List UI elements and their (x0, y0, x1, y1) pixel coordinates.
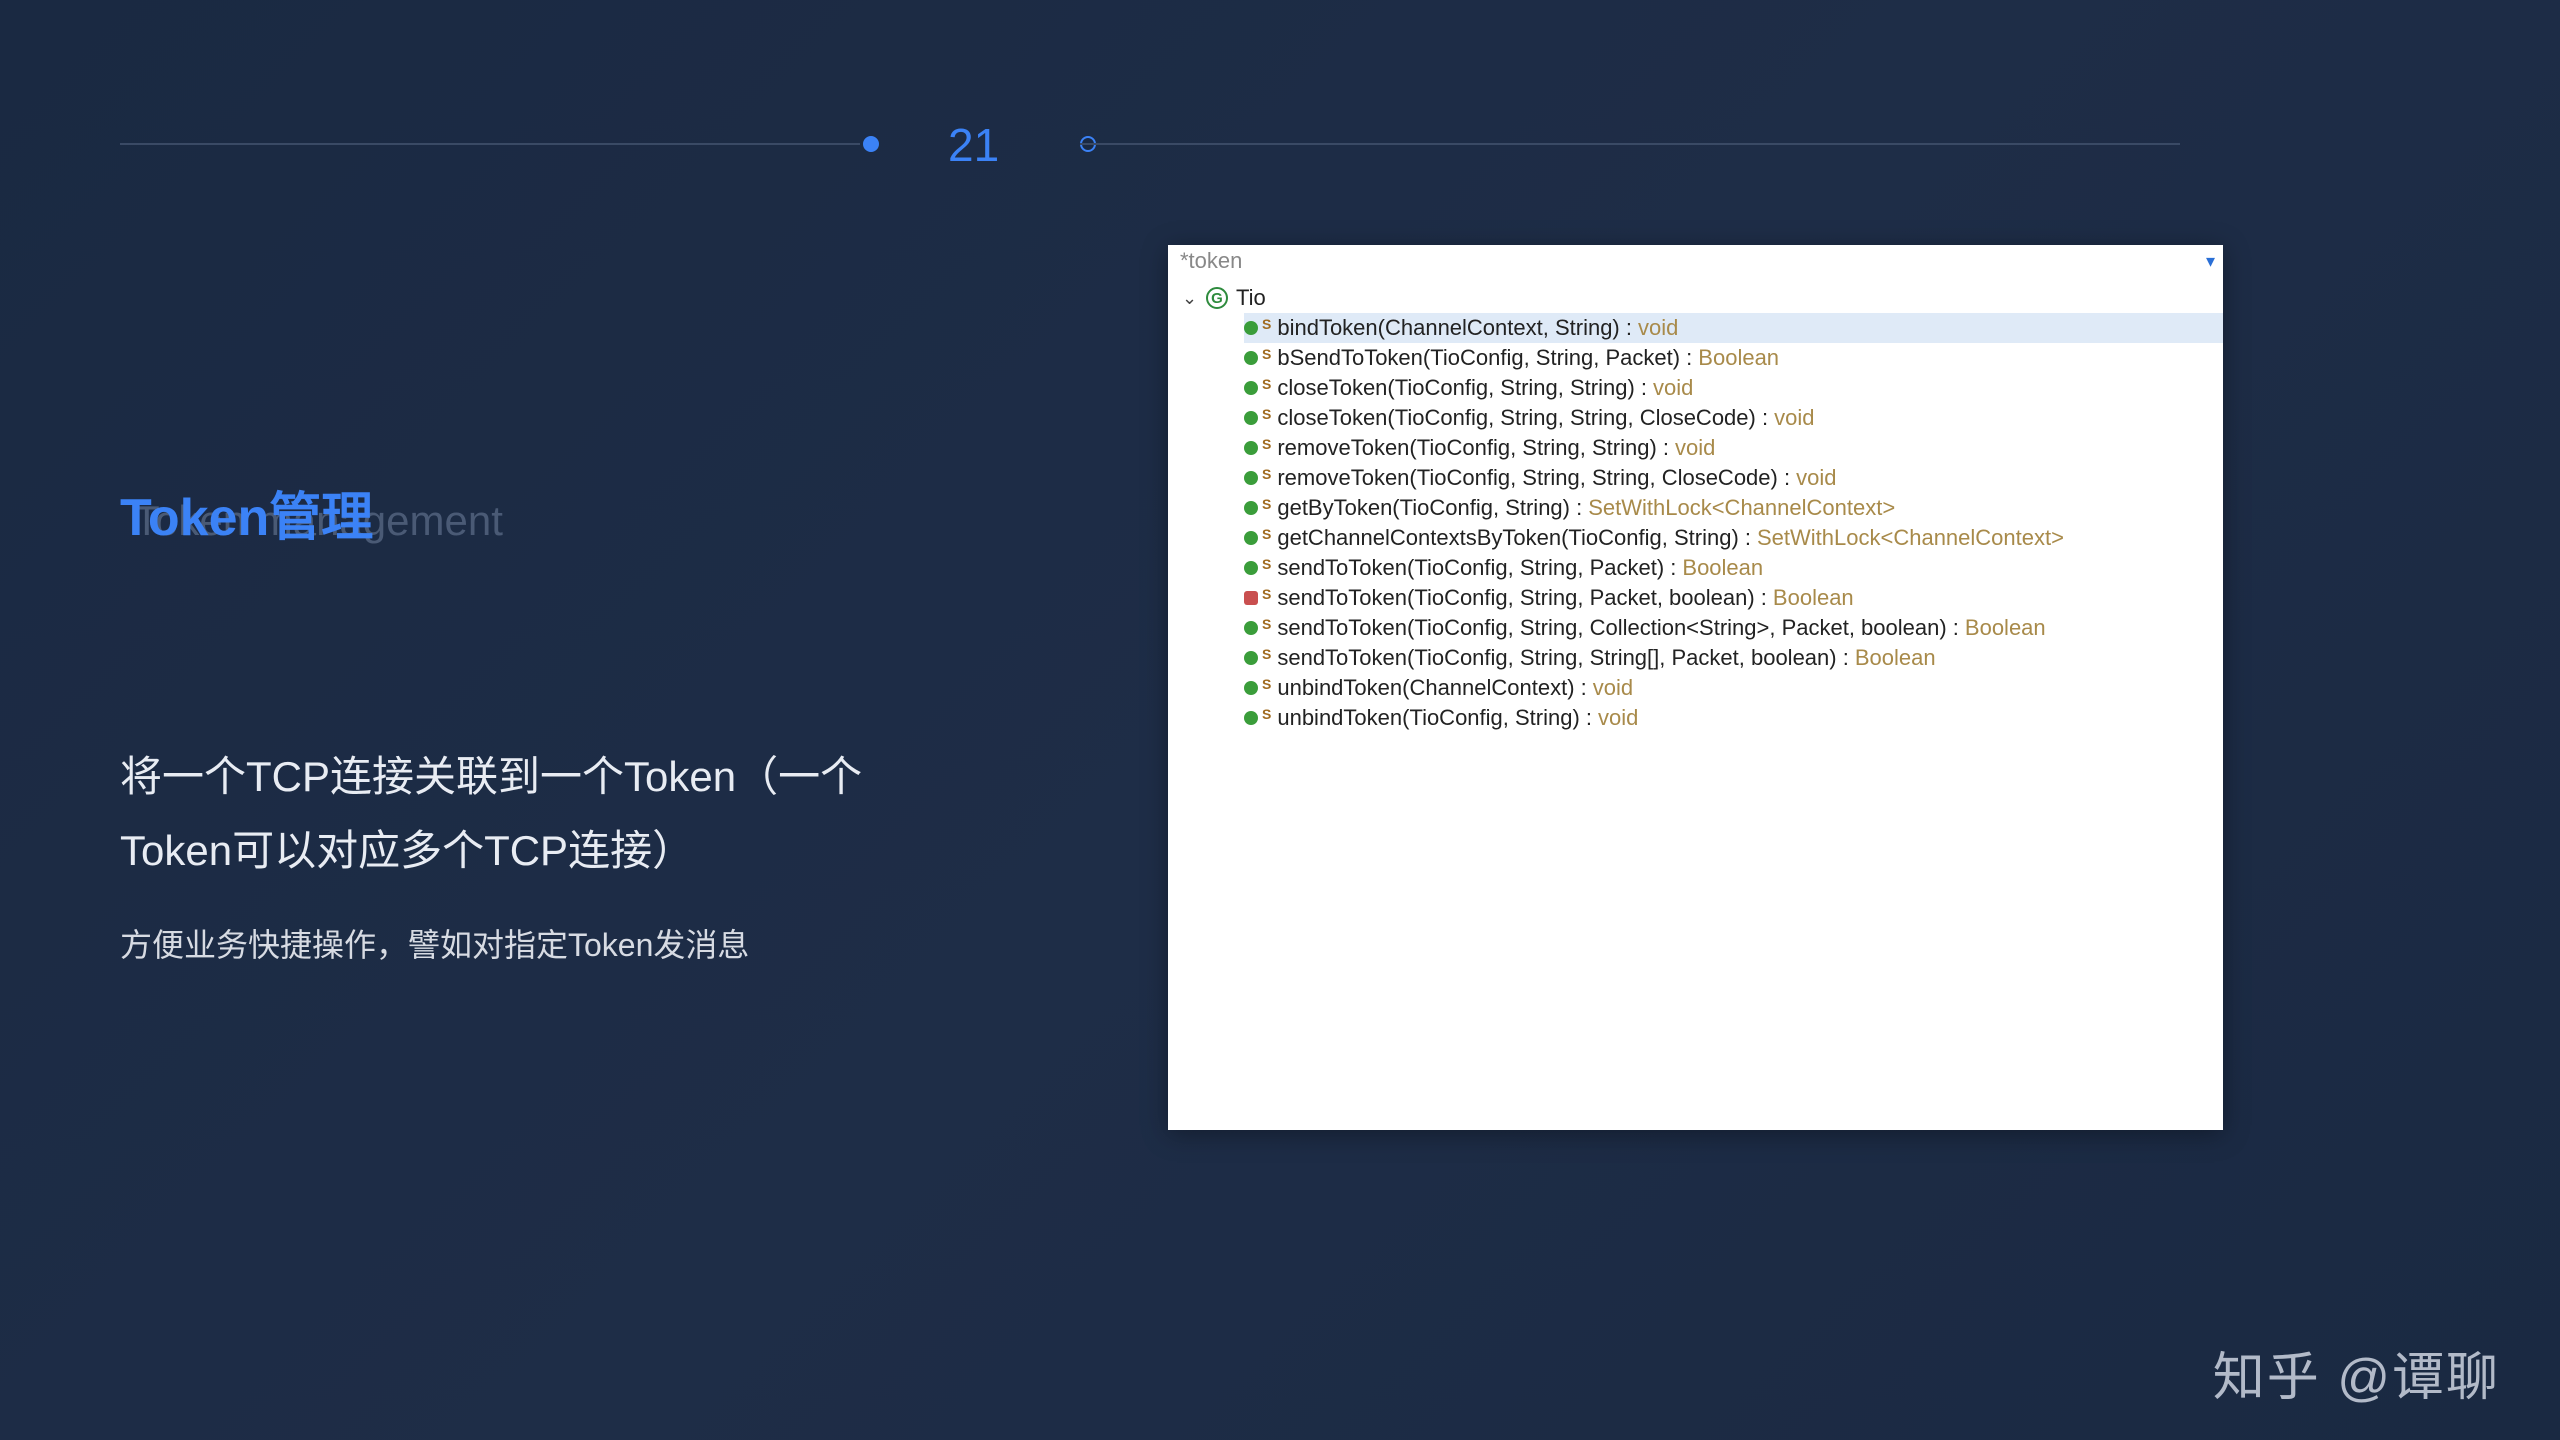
method-row[interactable]: SunbindToken(ChannelContext) : void (1244, 673, 2223, 703)
title-chinese: Token管理 (120, 475, 373, 550)
public-icon (1244, 441, 1258, 455)
method-row[interactable]: SsendToToken(TioConfig, String, String[]… (1244, 643, 2223, 673)
method-list: SbindToken(ChannelContext, String) : voi… (1182, 313, 2223, 733)
divider-dot-left (863, 136, 879, 152)
method-row[interactable]: SremoveToken(TioConfig, String, String, … (1244, 463, 2223, 493)
return-type: void (1598, 705, 1638, 731)
public-icon (1244, 321, 1258, 335)
method-row[interactable]: SremoveToken(TioConfig, String, String) … (1244, 433, 2223, 463)
method-signature: sendToToken(TioConfig, String, Collectio… (1277, 615, 1959, 641)
return-type: void (1653, 375, 1693, 401)
return-type: Boolean (1855, 645, 1936, 671)
filter-input-row[interactable]: *token ▾ (1168, 245, 2223, 277)
expand-icon[interactable]: ⌄ (1182, 288, 1198, 309)
method-row[interactable]: SgetChannelContextsByToken(TioConfig, St… (1244, 523, 2223, 553)
static-badge: S (1262, 436, 1271, 452)
filter-text: *token (1180, 248, 1242, 274)
return-type: void (1675, 435, 1715, 461)
divider-left (120, 143, 860, 145)
return-type: void (1774, 405, 1814, 431)
method-row[interactable]: ScloseToken(TioConfig, String, String, C… (1244, 403, 2223, 433)
return-type: Boolean (1698, 345, 1779, 371)
return-type: void (1593, 675, 1633, 701)
public-icon (1244, 531, 1258, 545)
slide-number: 21 (948, 118, 999, 172)
return-type: void (1638, 315, 1678, 341)
public-icon (1244, 411, 1258, 425)
method-row[interactable]: SsendToToken(TioConfig, String, Packet, … (1244, 583, 2223, 613)
public-icon (1244, 561, 1258, 575)
method-row[interactable]: SgetByToken(TioConfig, String) : SetWith… (1244, 493, 2223, 523)
outline-tree: ⌄ G Tio SbindToken(ChannelContext, Strin… (1168, 277, 2223, 733)
static-badge: S (1262, 526, 1271, 542)
method-signature: removeToken(TioConfig, String, String) : (1277, 435, 1669, 461)
method-row[interactable]: SbindToken(ChannelContext, String) : voi… (1244, 313, 2223, 343)
public-icon (1244, 501, 1258, 515)
dropdown-icon[interactable]: ▾ (2206, 251, 2215, 272)
public-icon (1244, 711, 1258, 725)
static-badge: S (1262, 466, 1271, 482)
static-badge: S (1262, 676, 1271, 692)
public-icon (1244, 471, 1258, 485)
class-name: Tio (1236, 285, 1266, 311)
method-row[interactable]: SunbindToken(TioConfig, String) : void (1244, 703, 2223, 733)
return-type: SetWithLock<ChannelContext> (1588, 495, 1895, 521)
method-signature: getByToken(TioConfig, String) : (1277, 495, 1582, 521)
static-badge: S (1262, 556, 1271, 572)
description-sub: 方便业务快捷操作，譬如对指定Token发消息 (120, 920, 749, 966)
public-icon (1244, 351, 1258, 365)
method-signature: sendToToken(TioConfig, String, String[],… (1277, 645, 1848, 671)
static-badge: S (1262, 406, 1271, 422)
method-signature: sendToToken(TioConfig, String, Packet, b… (1277, 585, 1767, 611)
method-signature: removeToken(TioConfig, String, String, C… (1277, 465, 1790, 491)
method-signature: getChannelContextsByToken(TioConfig, Str… (1277, 525, 1751, 551)
return-type: SetWithLock<ChannelContext> (1757, 525, 2064, 551)
description-main: 将一个TCP连接关联到一个Token（一个Token可以对应多个TCP连接） (120, 740, 970, 887)
divider-right (1080, 143, 2180, 145)
method-signature: closeToken(TioConfig, String, String, Cl… (1277, 405, 1768, 431)
method-signature: unbindToken(ChannelContext) : (1277, 675, 1586, 701)
method-signature: unbindToken(TioConfig, String) : (1277, 705, 1592, 731)
static-badge: S (1262, 346, 1271, 362)
method-signature: bSendToToken(TioConfig, String, Packet) … (1277, 345, 1692, 371)
class-node[interactable]: ⌄ G Tio (1182, 283, 2223, 313)
static-badge: S (1262, 376, 1271, 392)
method-row[interactable]: SsendToToken(TioConfig, String, Collecti… (1244, 613, 2223, 643)
static-badge: S (1262, 586, 1271, 602)
private-icon (1244, 591, 1258, 605)
watermark: 知乎 @谭聊 (2213, 1335, 2500, 1410)
public-icon (1244, 681, 1258, 695)
ide-outline-panel: *token ▾ ⌄ G Tio SbindToken(ChannelConte… (1168, 245, 2223, 1130)
method-row[interactable]: SsendToToken(TioConfig, String, Packet) … (1244, 553, 2223, 583)
static-badge: S (1262, 706, 1271, 722)
static-badge: S (1262, 496, 1271, 512)
method-signature: sendToToken(TioConfig, String, Packet) : (1277, 555, 1676, 581)
public-icon (1244, 621, 1258, 635)
public-icon (1244, 381, 1258, 395)
return-type: Boolean (1965, 615, 2046, 641)
static-badge: S (1262, 616, 1271, 632)
public-icon (1244, 651, 1258, 665)
static-badge: S (1262, 646, 1271, 662)
static-badge: S (1262, 316, 1271, 332)
method-row[interactable]: ScloseToken(TioConfig, String, String) :… (1244, 373, 2223, 403)
method-signature: bindToken(ChannelContext, String) : (1277, 315, 1632, 341)
return-type: Boolean (1773, 585, 1854, 611)
method-signature: closeToken(TioConfig, String, String) : (1277, 375, 1647, 401)
method-row[interactable]: SbSendToToken(TioConfig, String, Packet)… (1244, 343, 2223, 373)
return-type: Boolean (1682, 555, 1763, 581)
slide-title: Token management Token管理 (120, 475, 373, 550)
class-icon: G (1206, 287, 1228, 309)
return-type: void (1796, 465, 1836, 491)
